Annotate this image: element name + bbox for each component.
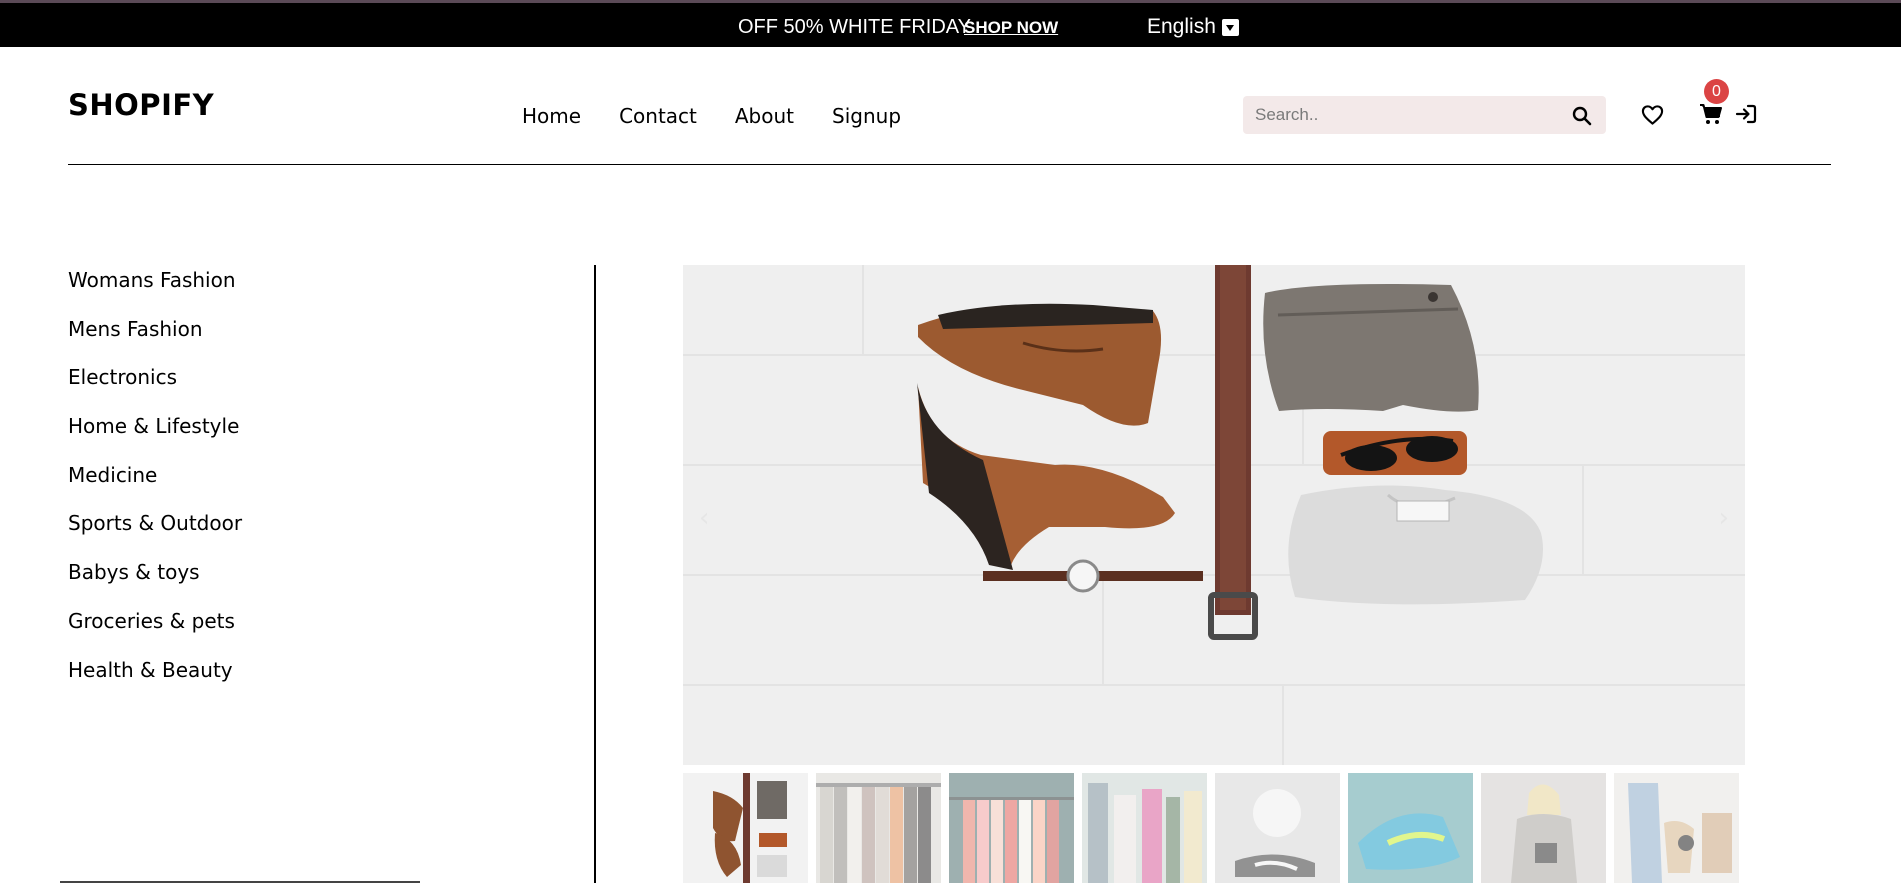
thumbnail-item[interactable]: [1481, 773, 1606, 883]
category-item-sports-outdoor[interactable]: Sports & Outdoor: [68, 509, 242, 558]
thumbnail-image: [1614, 773, 1739, 883]
cart-count-badge: 0: [1704, 79, 1729, 104]
thumbnail-image: [683, 773, 808, 883]
nav-home-link[interactable]: Home: [522, 104, 581, 128]
thumbnail-item[interactable]: [816, 773, 941, 883]
thumbnail-item[interactable]: [1082, 773, 1207, 883]
category-item-health-beauty[interactable]: Health & Beauty: [68, 656, 242, 705]
category-item-home-lifestyle[interactable]: Home & Lifestyle: [68, 412, 242, 461]
site-logo[interactable]: SHOPIFY: [68, 88, 214, 122]
hero-image: [683, 265, 1745, 765]
thumbnail-image: [949, 773, 1074, 883]
cart-icon[interactable]: [1699, 103, 1723, 125]
carousel-prev-button[interactable]: ‹: [699, 503, 709, 533]
search-input[interactable]: [1255, 96, 1555, 134]
thumbnail-item[interactable]: [1348, 773, 1473, 883]
login-icon[interactable]: [1735, 103, 1757, 125]
language-selector[interactable]: English: [1147, 15, 1239, 39]
hero-carousel: ‹ ›: [683, 265, 1745, 765]
announcement-bar: OFF 50% WHITE FRIDAY SHOP NOW English: [0, 3, 1901, 47]
search-icon[interactable]: [1572, 106, 1592, 126]
thumbnail-image: [1082, 773, 1207, 883]
thumbnail-item[interactable]: [949, 773, 1074, 883]
thumbnail-item[interactable]: [1614, 773, 1739, 883]
language-label: English: [1147, 15, 1216, 38]
category-item-mens-fashion[interactable]: Mens Fashion: [68, 315, 242, 364]
heart-icon[interactable]: [1641, 104, 1664, 126]
thumbnail-image: [1215, 773, 1340, 883]
category-item-babys-toys[interactable]: Babys & toys: [68, 558, 242, 607]
nav-contact-link[interactable]: Contact: [619, 104, 697, 128]
thumbnail-item[interactable]: [683, 773, 808, 883]
thumbnail-image: [1481, 773, 1606, 883]
category-item-medicine[interactable]: Medicine: [68, 461, 242, 510]
header-divider: [68, 164, 1831, 165]
thumbnail-image: [816, 773, 941, 883]
carousel-next-button[interactable]: ›: [1719, 503, 1729, 533]
chevron-down-icon: [1221, 18, 1239, 36]
nav-signup-link[interactable]: Signup: [832, 104, 901, 128]
nav-about-link[interactable]: About: [735, 104, 794, 128]
search-box: [1243, 96, 1606, 134]
sidebar-divider: [594, 265, 596, 883]
category-item-electronics[interactable]: Electronics: [68, 363, 242, 412]
category-item-womans-fashion[interactable]: Womans Fashion: [68, 266, 242, 315]
main-nav: Home Contact About Signup: [522, 104, 901, 128]
announcement-offer-text: OFF 50% WHITE FRIDAY: [738, 16, 971, 38]
thumbnail-item[interactable]: [1215, 773, 1340, 883]
thumbnail-image: [1348, 773, 1473, 883]
category-sidebar: Womans Fashion Mens Fashion Electronics …: [68, 266, 242, 704]
shop-now-link[interactable]: SHOP NOW: [964, 18, 1058, 38]
category-item-groceries-pets[interactable]: Groceries & pets: [68, 607, 242, 656]
carousel-thumbnails: [683, 773, 1739, 883]
